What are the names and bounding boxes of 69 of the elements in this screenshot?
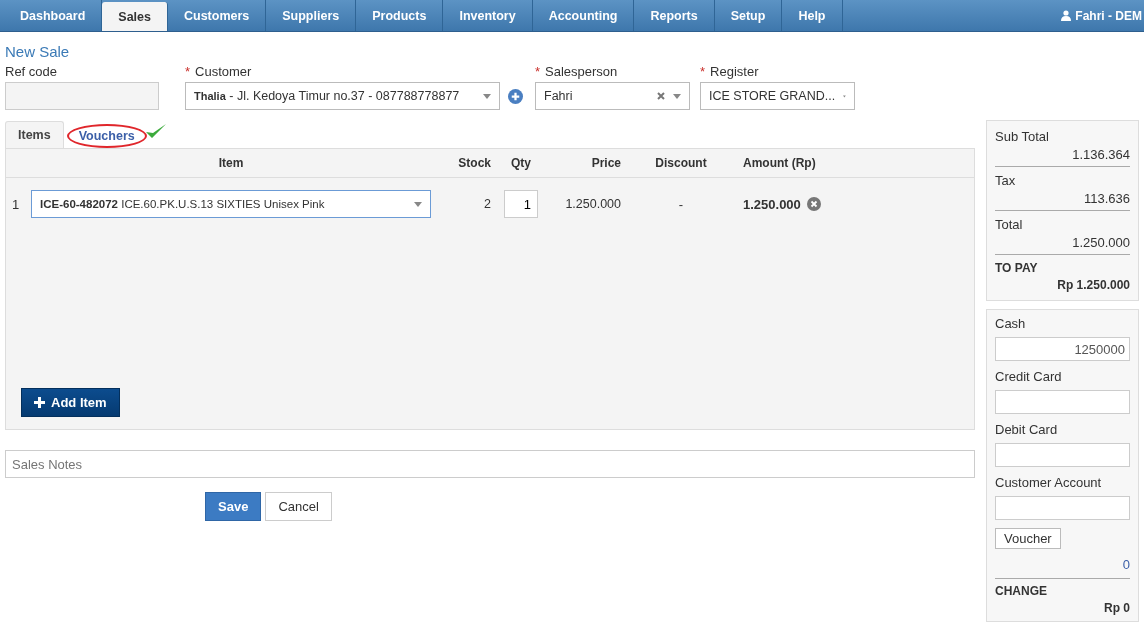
summary-label: TO PAY bbox=[995, 261, 1039, 275]
payment-field[interactable]: 1250000 bbox=[995, 337, 1130, 361]
user-name[interactable]: Fahri - DEM bbox=[1075, 8, 1142, 23]
user-icon bbox=[1061, 10, 1072, 21]
plus-icon bbox=[34, 397, 45, 408]
summary-value: Rp 1.250.000 bbox=[1057, 278, 1130, 292]
select-field[interactable]: ICE STORE GRAND... bbox=[700, 82, 855, 110]
column-header: Item bbox=[217, 156, 245, 170]
select-field[interactable]: Fahri bbox=[535, 82, 690, 110]
payment-field[interactable] bbox=[995, 496, 1130, 520]
payment-field[interactable] bbox=[995, 443, 1130, 467]
required-asterisk: * bbox=[700, 63, 706, 79]
column-header: Amount (Rp) bbox=[742, 156, 817, 170]
qty-field[interactable]: 1 bbox=[504, 190, 538, 218]
summary-label: Tax bbox=[995, 173, 1017, 188]
payment-label: Debit Card bbox=[995, 422, 1059, 437]
payment-label: Customer Account bbox=[995, 475, 1103, 490]
caret-icon bbox=[673, 93, 681, 99]
nav-tab[interactable]: Inventory bbox=[443, 0, 533, 31]
voucher-amount: 0 bbox=[1122, 557, 1130, 572]
page-title: New Sale bbox=[4, 42, 71, 60]
change-value: Rp 0 bbox=[1104, 601, 1130, 615]
column-header: Discount bbox=[654, 156, 708, 170]
payment-label: Cash bbox=[995, 316, 1027, 331]
add-icon[interactable] bbox=[508, 88, 523, 104]
remove-icon[interactable] bbox=[806, 197, 821, 211]
payment-label: Credit Card bbox=[995, 369, 1063, 384]
summary-label: Sub Total bbox=[995, 129, 1050, 144]
table-cell-text: 1.250.000 bbox=[564, 197, 621, 211]
caret-icon bbox=[483, 93, 491, 99]
nav-tab[interactable]: Help bbox=[782, 0, 843, 31]
column-header: Stock bbox=[457, 156, 491, 170]
change-label: CHANGE bbox=[995, 584, 1048, 598]
nav-tab[interactable]: Customers bbox=[167, 0, 267, 31]
select-field[interactable]: Thalia - Jl. Kedoya Timur no.37 - 087788778877 bbox=[185, 82, 500, 110]
nav-tab[interactable]: Sales bbox=[102, 2, 168, 31]
column-header: Price bbox=[590, 156, 621, 170]
ref-code-field[interactable] bbox=[5, 82, 159, 110]
table-cell-text: - bbox=[677, 196, 685, 212]
table-cell: 1.250.000 bbox=[743, 196, 801, 212]
summary-value: 1.250.000 bbox=[1072, 235, 1130, 250]
required-asterisk: * bbox=[535, 63, 541, 79]
nav-tab[interactable]: Reports bbox=[634, 0, 715, 31]
nav-tab[interactable]: Products bbox=[356, 0, 444, 31]
table-cell-text: 2 bbox=[483, 197, 491, 211]
required-asterisk: * bbox=[185, 63, 191, 79]
field-label: Customer bbox=[195, 63, 252, 79]
add-item-button[interactable]: Add Item bbox=[21, 388, 120, 417]
cancel-button[interactable]: Cancel bbox=[265, 492, 332, 521]
column-header: Qty bbox=[510, 156, 532, 170]
nav-tab[interactable]: Setup bbox=[714, 0, 783, 31]
tab[interactable]: Items bbox=[5, 121, 64, 148]
field-label: Salesperson bbox=[545, 63, 618, 79]
nav-tab[interactable]: Suppliers bbox=[266, 0, 357, 31]
nav-tab[interactable]: Accounting bbox=[532, 0, 635, 31]
row-number: 1 bbox=[11, 196, 21, 212]
payment-field[interactable] bbox=[995, 390, 1130, 414]
sales-notes-field[interactable]: Sales Notes bbox=[5, 450, 975, 478]
save-button[interactable]: Save bbox=[205, 492, 262, 521]
item-select-field[interactable]: ICE-60-482072 ICE.60.PK.U.S.13 SIXTIES Unisex Pink bbox=[31, 190, 431, 218]
summary-value: 1.136.364 bbox=[1072, 147, 1130, 162]
summary-value: 113.636 bbox=[1083, 191, 1130, 206]
voucher-button[interactable]: Voucher bbox=[995, 528, 1061, 549]
clear-icon[interactable] bbox=[657, 92, 665, 100]
field-label: Register bbox=[710, 63, 759, 79]
checkmark-icon bbox=[144, 122, 167, 140]
caret-icon bbox=[414, 201, 422, 207]
summary-label: Total bbox=[995, 217, 1024, 232]
field-label: Ref code bbox=[5, 63, 58, 79]
